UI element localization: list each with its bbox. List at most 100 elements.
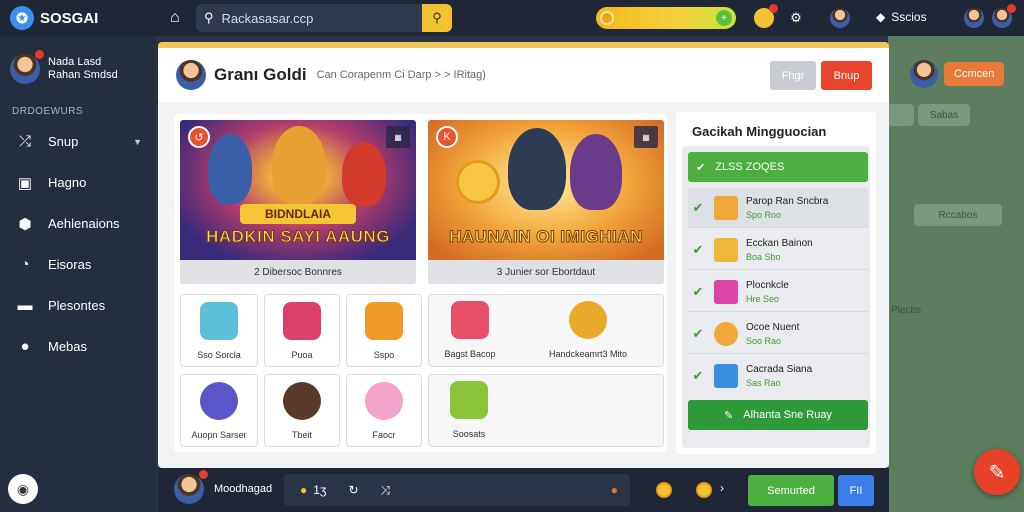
search-bar[interactable]: ⚲ Rackasasar.ccp ⚲ bbox=[196, 4, 452, 32]
game-banner: HAUNAIN OI IMIGHIAN bbox=[449, 227, 643, 247]
games-panel: ↺ ▦ BIDNDLAIA HADKIN SAYI AAUNG 2 Dibers… bbox=[174, 114, 667, 452]
character-figure bbox=[208, 134, 252, 204]
top-avatar-2[interactable] bbox=[964, 8, 984, 28]
item-tile[interactable]: Tbeit bbox=[264, 374, 340, 447]
background-tile-label: Sabas bbox=[929, 109, 959, 121]
box-icon bbox=[451, 301, 489, 339]
sidebar-item-label: Eisoras bbox=[48, 257, 92, 272]
search-icon: ⚲ bbox=[204, 10, 214, 25]
background-tile-label: Plecbs bbox=[890, 304, 921, 316]
primary-button[interactable]: Bnup bbox=[821, 61, 872, 90]
task-row[interactable]: ✔ Ecckan Bainon Boa Sbo bbox=[688, 230, 868, 270]
check-icon: ✔ bbox=[692, 241, 704, 257]
diamond-icon: ◆ bbox=[876, 10, 886, 24]
coin-icon: ● bbox=[300, 483, 308, 497]
sidebar: Nada Lasd Rahan Smdsd DRDOEWURS ⤮ Snup ▼… bbox=[0, 36, 156, 512]
cube-green-icon bbox=[450, 381, 488, 419]
shuffle-icon[interactable]: ⤨ bbox=[381, 483, 391, 498]
refresh-icon[interactable]: ↻ bbox=[348, 483, 358, 497]
claim-top-button[interactable]: ✔ ZLSS ZOQES bbox=[688, 152, 868, 182]
search-submit-icon[interactable]: ⚲ bbox=[422, 4, 452, 32]
background-contact: Ccmcen bbox=[910, 60, 1005, 88]
game-card[interactable]: K ▦ HAUNAIN OI IMIGHIAN 3 Junier sor Ebo… bbox=[428, 120, 664, 284]
top-avatar-3[interactable] bbox=[992, 4, 1016, 28]
task-text: Ecckan Bainon Boa Sbo bbox=[746, 238, 813, 262]
submit-button[interactable]: Semurted bbox=[748, 475, 834, 506]
task-row[interactable]: ✔ Plocnkcle Hre Seo bbox=[688, 272, 868, 312]
check-icon: ✔ bbox=[692, 368, 704, 383]
coin-icon[interactable] bbox=[696, 482, 712, 498]
bottom-avatar-badge bbox=[199, 470, 208, 479]
chevron-right-icon[interactable]: › bbox=[720, 481, 724, 495]
secondary-button[interactable]: Fhgr bbox=[770, 61, 816, 90]
task-row[interactable]: ✔ Parop Ran Sncbra Spo Roo bbox=[688, 188, 868, 228]
plus-icon[interactable]: + bbox=[716, 10, 732, 26]
menu-icon[interactable]: ▦ bbox=[634, 126, 658, 148]
coin-stack-icon bbox=[714, 321, 738, 346]
coin-icon[interactable] bbox=[656, 482, 672, 498]
item-tile[interactable]: Handckeamrt3 Mito bbox=[514, 296, 662, 365]
bottom-user[interactable]: Moodhagad bbox=[174, 470, 273, 504]
sidebar-item-plesontes[interactable]: ▬ Plesontes bbox=[0, 285, 156, 326]
sidebar-item-snup[interactable]: ⤮ Snup ▼ bbox=[0, 121, 156, 162]
item-tile[interactable]: Sso Sorcla bbox=[180, 294, 258, 367]
search-input[interactable]: Rackasasar.ccp bbox=[222, 11, 422, 26]
brand[interactable]: ✪ SOSGAI bbox=[10, 6, 160, 30]
orange-coin-icon[interactable]: ● bbox=[611, 483, 618, 497]
task-sub: Hre Seo bbox=[746, 293, 780, 304]
sidebar-item-eisoras[interactable]: ◔ Eisoras bbox=[0, 244, 156, 285]
gift-icon bbox=[714, 237, 738, 262]
cube-icon bbox=[200, 302, 238, 340]
bottom-user-name: Moodhagad bbox=[214, 483, 273, 495]
edit-fab-icon[interactable]: ✎ bbox=[974, 449, 1020, 495]
claim-top-label: ZLSS ZOQES bbox=[715, 161, 785, 173]
top-avatar[interactable] bbox=[830, 8, 850, 28]
task-row[interactable]: ✔ Cacrada Siana Sas Rao bbox=[688, 356, 868, 396]
weekly-tasks-panel: Gacikah Mingguocian ✔ ZLSS ZOQES ✔ Parop… bbox=[676, 112, 876, 454]
item-tile[interactable]: Sspo bbox=[346, 294, 422, 367]
dialog-header: Granı Goldi Can Corapenm Ci Darp > > IRi… bbox=[158, 48, 889, 102]
sidebar-item-mebas[interactable]: ● Mebas bbox=[0, 326, 156, 367]
task-title: Cacrada Siana bbox=[746, 364, 813, 375]
badge-icon: K bbox=[436, 126, 458, 148]
item-tile[interactable]: Auopn Sarser bbox=[180, 374, 258, 447]
item-label: Soosats bbox=[452, 429, 486, 439]
task-title: Plocnkcle bbox=[746, 279, 789, 291]
claim-all-button[interactable]: ✎ Alhanta Sne Ruay bbox=[688, 400, 868, 430]
location-icon[interactable]: ◉ bbox=[8, 474, 38, 504]
sidebar-item-label: Hagno bbox=[48, 175, 87, 190]
contact-avatar bbox=[910, 60, 938, 88]
item-tile[interactable]: Soosats bbox=[430, 376, 508, 445]
game-banner: HADKIN SAYI AAUNG bbox=[206, 227, 390, 247]
character-figure bbox=[342, 142, 386, 206]
sidebar-item-aehlenaions[interactable]: ⬢ Aehlenaions bbox=[0, 203, 156, 244]
sidebar-item-label: Aehlenaions bbox=[48, 216, 120, 231]
menu-icon[interactable]: ▦ bbox=[386, 126, 410, 148]
item-tile[interactable]: Bagst Bacop bbox=[430, 296, 510, 365]
weekly-tasks-title: Gacikah Mingguocian bbox=[692, 124, 827, 139]
sidebar-profile[interactable]: Nada Lasd Rahan Smdsd bbox=[10, 50, 156, 84]
top-user[interactable]: ◆ Sscios bbox=[876, 10, 927, 24]
item-label: Auopn Sarser bbox=[191, 430, 247, 440]
task-title: Ecckan Bainon bbox=[746, 237, 813, 249]
profile-text: Nada Lasd Rahan Smdsd bbox=[48, 56, 118, 82]
item-tile[interactable]: Faocr bbox=[346, 374, 422, 447]
game-dialog: Granı Goldi Can Corapenm Ci Darp > > IRi… bbox=[158, 42, 889, 468]
task-sub: Sas Rao bbox=[746, 378, 781, 388]
bottom-avatar bbox=[174, 470, 208, 504]
task-title: Ocoe Nuent bbox=[746, 321, 800, 333]
item-tile[interactable]: Puoa bbox=[264, 294, 340, 367]
sidebar-item-hagno[interactable]: ▣ Hagno bbox=[0, 162, 156, 203]
fill-button[interactable]: FII bbox=[838, 475, 874, 506]
sidebar-item-label: Snup bbox=[48, 134, 79, 149]
check-icon: ✔ bbox=[692, 199, 704, 215]
gear-icon[interactable]: ⚙ bbox=[786, 8, 806, 28]
task-row[interactable]: ✔ Ocoe Nuent Soo Rao bbox=[688, 314, 868, 354]
game-card[interactable]: ↺ ▦ BIDNDLAIA HADKIN SAYI AAUNG 2 Dibers… bbox=[180, 120, 416, 284]
home-icon[interactable]: ⌂ bbox=[170, 9, 190, 27]
game-thumbnail: K ▦ HAUNAIN OI IMIGHIAN bbox=[428, 120, 664, 260]
bag-icon bbox=[283, 382, 321, 420]
claim-all-label: Alhanta Sne Ruay bbox=[743, 409, 832, 421]
coin-button-icon[interactable] bbox=[754, 4, 778, 28]
contact-button[interactable]: Ccmcen bbox=[944, 62, 1005, 86]
